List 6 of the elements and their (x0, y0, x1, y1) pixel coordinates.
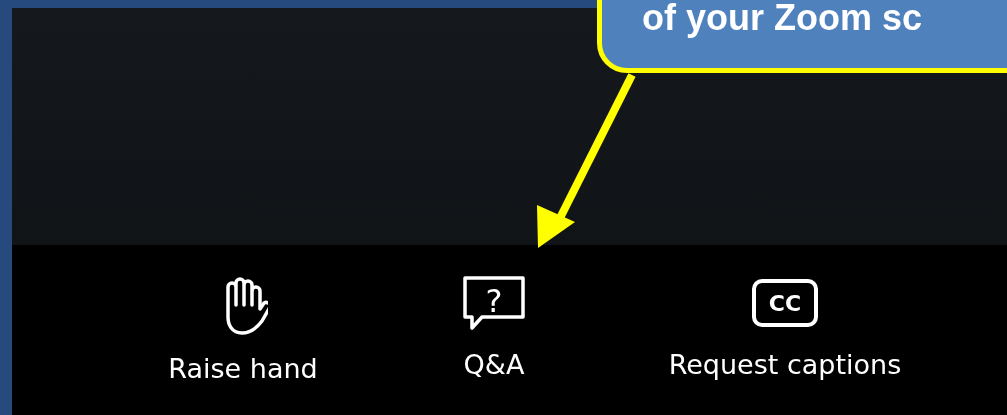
question-bubble-icon: ? (462, 275, 526, 331)
callout-text: of your Zoom sc (642, 0, 923, 38)
captions-button[interactable]: CC Request captions (625, 275, 945, 415)
captions-icon: CC (752, 279, 818, 327)
qa-button[interactable]: ? Q&A (434, 275, 554, 415)
raise-hand-button[interactable]: Raise hand (123, 275, 363, 415)
